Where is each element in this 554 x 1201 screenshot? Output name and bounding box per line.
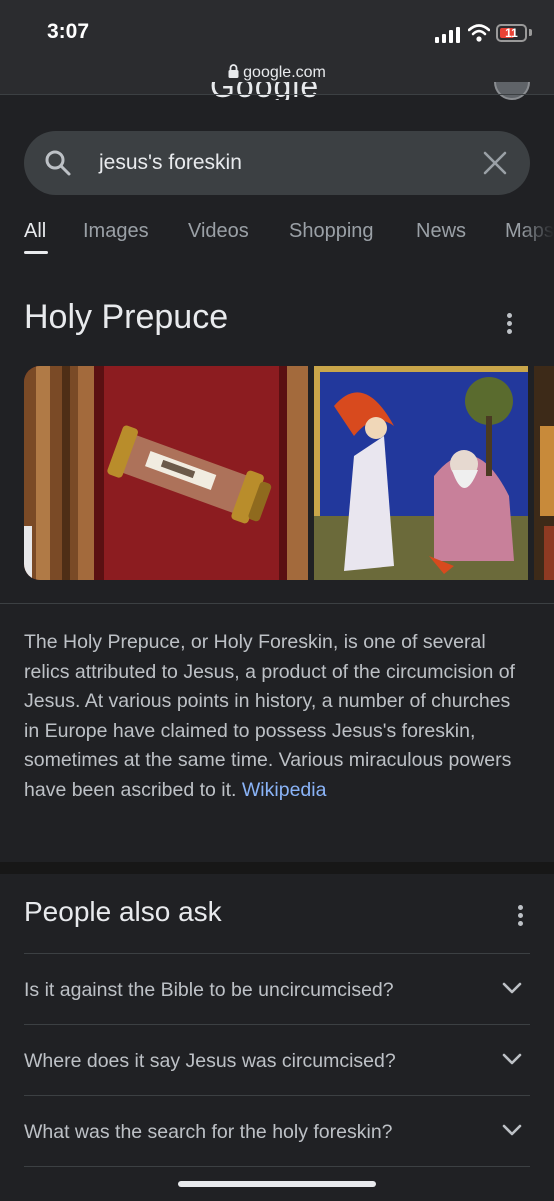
account-avatar[interactable] — [494, 82, 530, 100]
section-divider — [0, 603, 554, 604]
active-tab-indicator — [24, 251, 48, 254]
search-tabs: All Images Videos Shopping News Maps — [0, 218, 554, 258]
chevron-down-icon — [502, 1124, 522, 1136]
tab-all[interactable]: All — [24, 220, 46, 243]
search-box[interactable]: jesus's foreskin — [24, 131, 530, 195]
question-row[interactable]: Is it against the Bible to be uncircumci… — [24, 953, 530, 1024]
description-text: The Holy Prepuce, or Holy Foreskin, is o… — [24, 631, 515, 801]
knowledge-description: The Holy Prepuce, or Holy Foreskin, is o… — [24, 628, 529, 805]
knowledge-panel-title: Holy Prepuce — [24, 298, 229, 336]
header-divider — [0, 94, 554, 95]
partial-image[interactable] — [534, 366, 554, 580]
url-text: google.com — [243, 64, 326, 81]
image-carousel[interactable] — [24, 366, 554, 580]
manuscript-painting-image[interactable] — [314, 366, 528, 580]
question-text: What was the search for the holy foreski… — [24, 1121, 393, 1143]
question-text: Is it against the Bible to be uncircumci… — [24, 979, 394, 1001]
paa-more-options-icon[interactable] — [518, 905, 524, 929]
wifi-icon — [468, 24, 490, 42]
relic-image[interactable] — [24, 366, 308, 580]
chevron-down-icon — [502, 1053, 522, 1065]
section-gap — [0, 862, 554, 874]
wikipedia-link[interactable]: Wikipedia — [242, 779, 327, 801]
tabs-fade — [520, 218, 554, 258]
chevron-down-icon — [502, 982, 522, 994]
tab-images[interactable]: Images — [83, 220, 149, 243]
search-input[interactable]: jesus's foreskin — [99, 151, 242, 175]
people-also-ask-title: People also ask — [24, 896, 222, 927]
cellular-signal-icon — [435, 27, 460, 43]
more-options-icon[interactable] — [507, 313, 513, 337]
url-bar[interactable]: google.com — [0, 64, 554, 82]
google-logo[interactable]: Google — [210, 82, 350, 100]
battery-icon: 11 — [496, 24, 527, 42]
search-icon[interactable] — [44, 149, 72, 177]
tab-videos[interactable]: Videos — [188, 220, 249, 243]
tab-news[interactable]: News — [416, 220, 466, 243]
status-time: 3:07 — [47, 20, 90, 43]
home-indicator[interactable] — [178, 1181, 376, 1187]
question-text: Where does it say Jesus was circumcised? — [24, 1050, 396, 1072]
close-icon[interactable] — [482, 150, 508, 176]
question-row[interactable]: Where does it say Jesus was circumcised? — [24, 1024, 530, 1095]
lock-icon — [228, 64, 239, 78]
battery-tip — [529, 29, 532, 36]
tab-shopping[interactable]: Shopping — [289, 220, 374, 243]
question-row[interactable]: What was the search for the holy foreski… — [24, 1095, 530, 1166]
battery-level: 11 — [505, 26, 518, 40]
